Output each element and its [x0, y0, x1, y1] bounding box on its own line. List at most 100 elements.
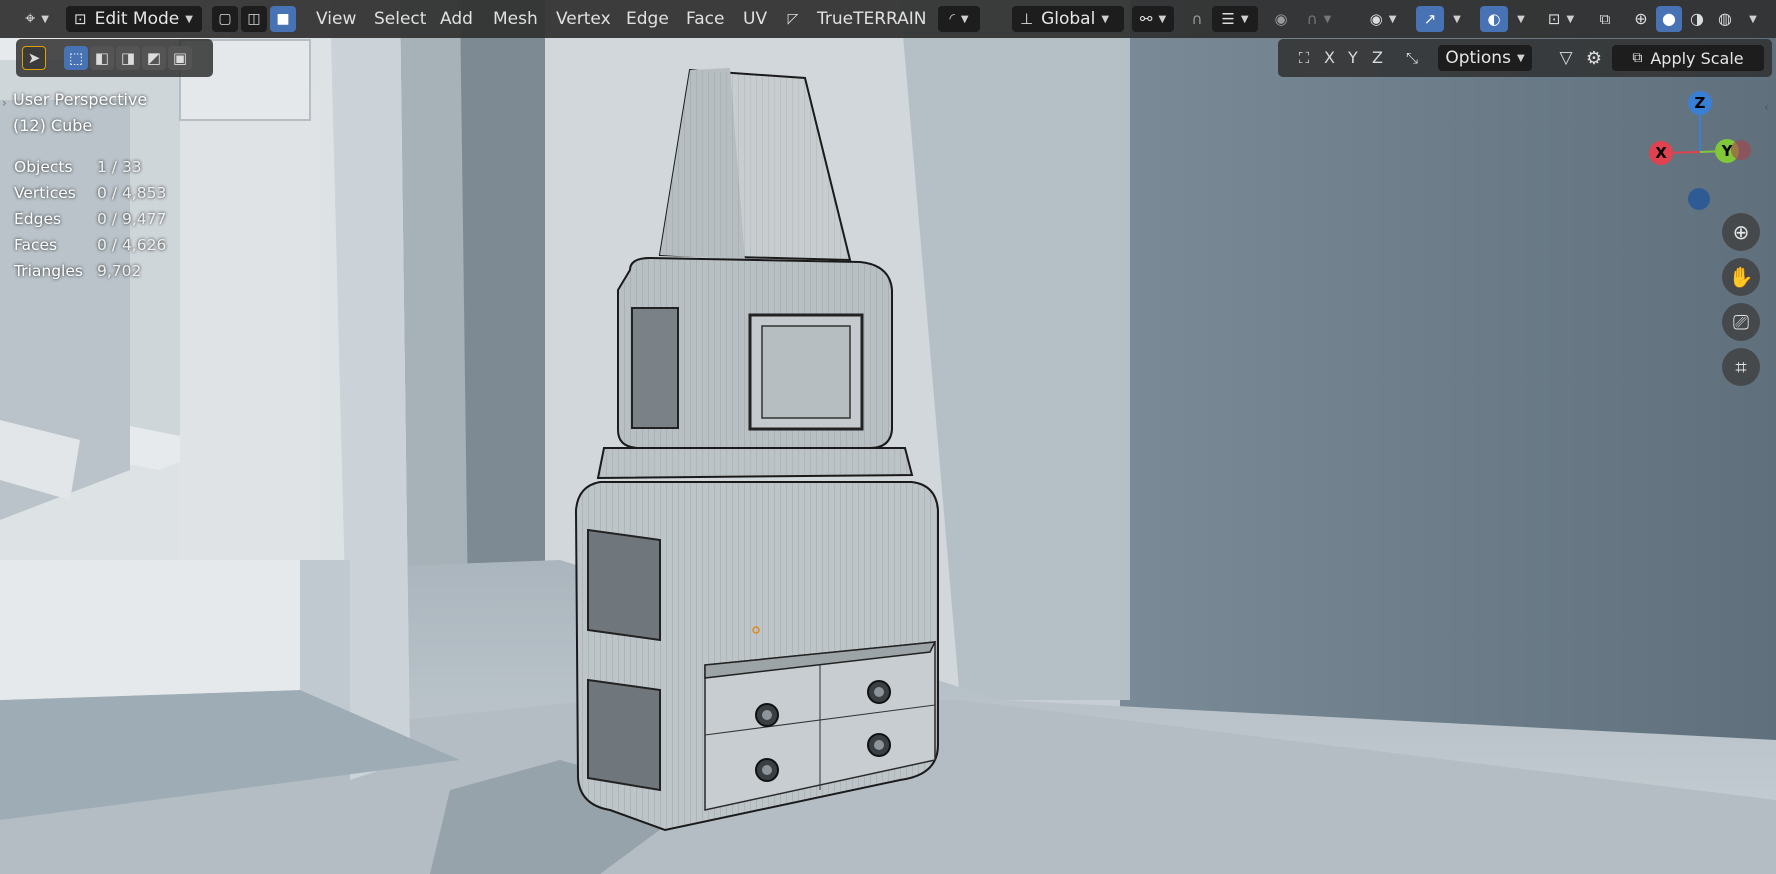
tweak-tool-button[interactable]: ➤ — [22, 46, 46, 70]
transform-orientation-icon: ⊥ — [1020, 9, 1034, 28]
gizmo-z-axis[interactable]: Z — [1688, 91, 1712, 115]
mode-label: Edit Mode — [94, 9, 180, 29]
orientation-label: Global — [1041, 9, 1096, 29]
stat-value: 0 / 4,626 — [97, 236, 167, 254]
3d-viewport[interactable] — [0, 0, 1776, 874]
chevron-down-icon: ▼ — [1517, 13, 1525, 25]
editor-type-button[interactable]: ⌖ ▼ — [18, 6, 56, 32]
gizmo-dropdown[interactable]: ▼ — [1446, 6, 1468, 32]
auto-merge-icon: ⤡ — [1405, 49, 1418, 67]
gear-icon: ⚙ — [1585, 47, 1603, 69]
stat-label: Objects — [14, 158, 73, 176]
chevron-down-icon: ▼ — [1323, 13, 1332, 25]
viewport-header: ⌖ ▼ ⊡ Edit Mode ▼ ▢ ◫ ■ View Select Add M… — [0, 0, 1776, 38]
pivot-dropdown[interactable]: ⚯ ▼ — [1132, 6, 1174, 32]
menu-view[interactable]: View — [316, 6, 356, 32]
sidebar-toggle-arrow-icon[interactable]: ‹ — [1764, 100, 1769, 114]
vertex-select-button[interactable]: ▢ — [212, 6, 238, 32]
select-invert-button[interactable]: ◩ — [142, 46, 166, 70]
xray-toggle[interactable]: ⧉ — [1592, 6, 1618, 32]
chevron-down-icon: ▼ — [1516, 52, 1525, 64]
mirror-toggle[interactable]: ⛶ — [1292, 46, 1316, 70]
settings-button[interactable]: ⚙ — [1582, 46, 1606, 70]
menu-uv[interactable]: UV — [743, 6, 767, 32]
gizmo-neg-y-axis[interactable] — [1731, 140, 1751, 160]
filter-funnel-icon: ▽ — [1559, 48, 1573, 68]
auto-merge-toggle[interactable]: ⤡ — [1400, 46, 1424, 70]
falloff-dropdown[interactable]: ∩ ▼ — [1298, 6, 1340, 32]
curve-dropdown[interactable]: ◜ ▼ — [938, 6, 980, 32]
proportional-edit-toggle[interactable]: ◉ — [1268, 6, 1294, 32]
editor-type-icon: ⌖ — [25, 8, 36, 29]
chevron-down-icon: ▼ — [1566, 13, 1575, 25]
pan-button[interactable]: ✋ — [1722, 258, 1760, 296]
shading-wireframe-button[interactable]: ⊕ — [1628, 6, 1654, 32]
stat-value: 0 / 9,477 — [97, 210, 167, 228]
options-label: Options — [1445, 48, 1511, 68]
orientation-dropdown[interactable]: ⊥ Global ▼ — [1012, 6, 1124, 32]
mode-selector[interactable]: ⊡ Edit Mode ▼ — [66, 6, 202, 32]
stat-value: 9,702 — [97, 262, 142, 280]
select-box-toggle[interactable]: ◸ — [780, 6, 806, 32]
select-intersect-icon: ▣ — [172, 49, 188, 67]
chevron-down-icon: ▼ — [185, 13, 193, 25]
visibility-dropdown[interactable]: ◉ ▼ — [1362, 6, 1404, 32]
axis-z-toggle[interactable]: Z — [1372, 48, 1383, 67]
axis-y-toggle[interactable]: Y — [1348, 48, 1358, 67]
shading-rendered-button[interactable]: ◍ — [1712, 6, 1738, 32]
axis-x-toggle[interactable]: X — [1324, 48, 1335, 67]
menu-edge[interactable]: Edge — [626, 6, 669, 32]
shading-solid-button[interactable]: ● — [1656, 6, 1682, 32]
select-box-icon: ◸ — [787, 11, 799, 27]
zoom-button[interactable]: ⊕ — [1722, 213, 1760, 251]
magnet-icon: ∩ — [1191, 9, 1203, 28]
object-name-text: (12) Cube — [13, 116, 93, 135]
overlays-dropdown[interactable]: ▼ — [1510, 6, 1532, 32]
hand-pan-icon: ✋ — [1728, 265, 1754, 289]
shading-material-button[interactable]: ◑ — [1684, 6, 1710, 32]
viewport-scene — [0, 0, 1776, 874]
snap-target-dropdown[interactable]: ☰ ▼ — [1212, 6, 1258, 32]
gizmo-x-axis[interactable]: X — [1649, 141, 1673, 165]
eye-icon: ◉ — [1369, 9, 1383, 28]
edge-select-button[interactable]: ◫ — [241, 6, 267, 32]
mirror-icon: ⛶ — [1298, 49, 1310, 67]
select-subtract-button[interactable]: ◨ — [116, 46, 140, 70]
select-intersect-button[interactable]: ▣ — [168, 46, 192, 70]
falloff-curve-icon: ∩ — [1306, 9, 1318, 28]
apply-scale-label: Apply Scale — [1650, 48, 1744, 68]
chevron-down-icon: ▼ — [1158, 13, 1167, 25]
menu-vertex[interactable]: Vertex — [556, 6, 611, 32]
select-invert-icon: ◩ — [146, 49, 162, 67]
snap-toggle[interactable]: ∩ — [1184, 6, 1210, 32]
menu-add[interactable]: Add — [440, 6, 473, 32]
face-select-button[interactable]: ■ — [270, 6, 296, 32]
toolbar-toggle-arrow-icon[interactable]: › — [2, 96, 7, 110]
mesh-edit-overlays-dropdown[interactable]: ⊡ ▼ — [1540, 6, 1582, 32]
menu-trueterrain[interactable]: TrueTERRAIN — [817, 6, 927, 32]
ortho-toggle-button[interactable]: ⌗ — [1722, 348, 1760, 386]
apply-scale-button[interactable]: ⧉ Apply Scale — [1612, 45, 1764, 71]
stat-label: Faces — [14, 236, 58, 254]
material-sphere-icon: ◑ — [1690, 9, 1704, 28]
camera-view-button[interactable]: ⎚ — [1722, 303, 1760, 341]
stat-label: Edges — [14, 210, 62, 228]
gizmo-toggle[interactable]: ↗ — [1416, 6, 1444, 32]
cursor-arrow-icon: ➤ — [27, 49, 41, 67]
chevron-down-icon: ▼ — [960, 13, 969, 25]
shading-options-dropdown[interactable]: ▼ — [1742, 6, 1764, 32]
select-extend-button[interactable]: ◧ — [90, 46, 114, 70]
xray-icon: ⧉ — [1599, 9, 1611, 28]
gizmo-neg-z-axis[interactable] — [1688, 188, 1710, 210]
menu-mesh[interactable]: Mesh — [493, 6, 538, 32]
select-new-button[interactable]: ⬚ — [64, 46, 88, 70]
menu-select[interactable]: Select — [374, 6, 426, 32]
chevron-down-icon: ▼ — [1453, 13, 1461, 25]
options-dropdown[interactable]: Options ▼ — [1438, 45, 1532, 71]
proportional-edit-icon: ◉ — [1274, 9, 1288, 28]
filter-button[interactable]: ▽ — [1554, 46, 1578, 70]
tool-settings-bar: ⛶ X Y Z ⤡ Options ▼ ▽ ⚙ ⧉ Apply Scale — [1278, 39, 1772, 77]
solid-sphere-icon: ● — [1662, 9, 1676, 28]
menu-face[interactable]: Face — [686, 6, 724, 32]
overlays-toggle[interactable]: ◐ — [1480, 6, 1508, 32]
